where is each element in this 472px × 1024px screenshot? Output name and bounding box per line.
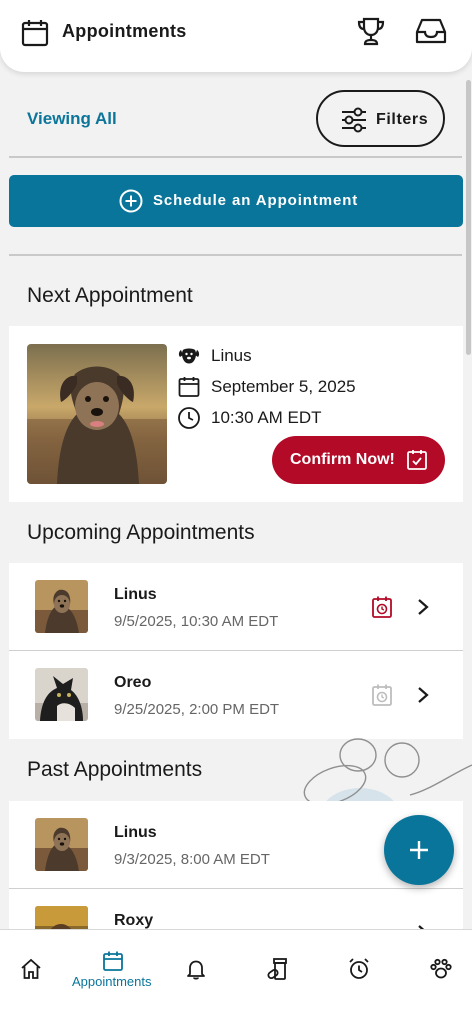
divider: [9, 156, 462, 158]
schedule-label: Schedule an Appointment: [153, 192, 359, 209]
time-row: 10:30 AM EDT: [177, 406, 322, 430]
calendar-icon: [21, 20, 49, 47]
pet-thumbnail: [35, 668, 88, 721]
pet-name: Oreo: [114, 674, 152, 691]
calendar-clock-icon: [372, 596, 392, 618]
calendar-clock-icon: [372, 684, 392, 706]
appointment-time: 10:30 AM EDT: [211, 408, 322, 427]
chevron-right-icon: [418, 599, 429, 615]
pet-thumbnail: [35, 580, 88, 633]
calendar-icon: [178, 377, 200, 397]
scrollbar[interactable]: [466, 80, 471, 355]
next-appointment-card[interactable]: Linus September 5, 2025 10:30 AM EDT Con…: [9, 326, 463, 502]
dog-icon: [178, 348, 200, 364]
app-header: Appointments: [0, 0, 472, 72]
chevron-right-icon: [418, 687, 429, 703]
calendar-icon[interactable]: [102, 950, 124, 972]
divider: [9, 254, 462, 256]
appointment-datetime: 9/25/2025, 2:00 PM EDT: [114, 701, 280, 718]
calendar-check-icon: [407, 450, 427, 470]
pet-name-row: Linus: [177, 344, 252, 368]
pet-name: Roxy: [114, 912, 154, 929]
trophy-icon[interactable]: [355, 15, 387, 47]
pet-thumbnail: [35, 818, 88, 871]
bell-icon[interactable]: [185, 958, 207, 980]
alarm-clock-icon[interactable]: [348, 957, 370, 981]
date-row: September 5, 2025: [177, 375, 356, 399]
viewing-all-link[interactable]: Viewing All: [27, 109, 117, 129]
filters-button[interactable]: Filters: [316, 90, 445, 147]
appointment-date: September 5, 2025: [211, 377, 356, 396]
confirm-label: Confirm Now!: [290, 451, 395, 468]
bottom-navigation: Appointments: [0, 929, 472, 1024]
add-appointment-fab[interactable]: [384, 815, 454, 885]
plus-icon: [410, 841, 428, 859]
nav-appointments-label[interactable]: Appointments: [72, 974, 152, 989]
clock-icon: [178, 407, 200, 429]
appointment-row[interactable]: Linus 9/5/2025, 10:30 AM EDT: [9, 563, 463, 651]
pet-photo: [27, 344, 167, 484]
confirm-now-button[interactable]: Confirm Now!: [272, 436, 445, 484]
home-icon[interactable]: [20, 958, 42, 980]
schedule-appointment-button[interactable]: Schedule an Appointment: [9, 175, 463, 227]
plus-circle-icon: [119, 189, 143, 213]
next-appointment-heading: Next Appointment: [27, 284, 193, 307]
pet-name: Linus: [211, 346, 252, 365]
medication-icon[interactable]: [266, 957, 288, 981]
page-title: Appointments: [62, 21, 187, 41]
pet-name: Linus: [114, 586, 157, 603]
inbox-icon[interactable]: [414, 16, 448, 46]
paw-icon[interactable]: [430, 958, 452, 980]
filters-label: Filters: [376, 111, 429, 128]
sliders-icon: [342, 107, 366, 133]
pet-name: Linus: [114, 824, 157, 841]
past-appointments-heading: Past Appointments: [27, 758, 203, 781]
appointment-datetime: 9/3/2025, 8:00 AM EDT: [114, 851, 270, 868]
upcoming-appointments-heading: Upcoming Appointments: [27, 521, 255, 544]
appointment-row[interactable]: Oreo 9/25/2025, 2:00 PM EDT: [9, 651, 463, 739]
appointment-datetime: 9/5/2025, 10:30 AM EDT: [114, 613, 279, 630]
